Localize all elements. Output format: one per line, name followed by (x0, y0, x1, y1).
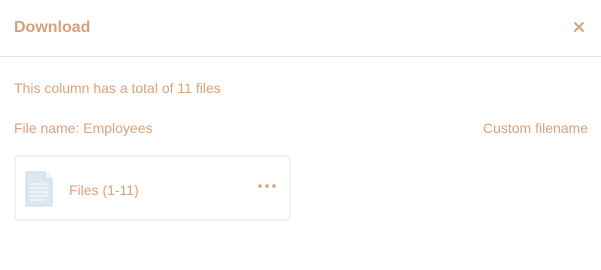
filename-row: File name: Employees Custom filename (14, 119, 588, 137)
dialog-title: Download (14, 19, 91, 36)
dialog-header: Download (0, 0, 601, 57)
file-card-label: Files (1-11) (69, 182, 139, 198)
custom-filename-link[interactable]: Custom filename (483, 119, 588, 137)
download-dialog: Download This column has a total of 11 f… (0, 0, 601, 270)
close-icon[interactable] (571, 19, 587, 35)
file-count-summary: This column has a total of 11 files (14, 80, 221, 96)
filename-label: File name: Employees (14, 120, 153, 136)
file-card[interactable]: Files (1-11) (14, 155, 291, 221)
more-dots-icon[interactable] (256, 179, 278, 193)
document-icon (24, 171, 54, 207)
